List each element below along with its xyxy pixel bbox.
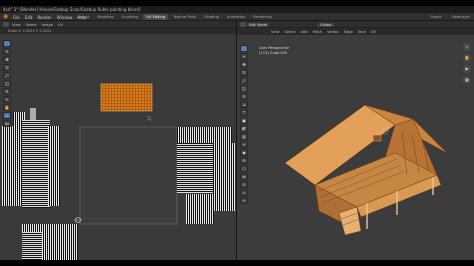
measure-icon[interactable]: ⊿ <box>240 101 248 108</box>
uv-editor: View Select Image UV Scale X: 0.5221 Y: … <box>0 21 236 260</box>
tab-sculpting[interactable]: Sculpting <box>119 14 142 20</box>
zoom-icon[interactable]: ⌕ <box>463 43 471 51</box>
camera-icon[interactable]: ▶ <box>463 65 471 73</box>
tab-layout[interactable]: Layout <box>74 14 92 20</box>
shear-icon[interactable]: ▱ <box>240 189 248 196</box>
vp-menu-select[interactable]: Select <box>285 30 296 34</box>
uv-menu-select[interactable]: Select <box>26 23 37 27</box>
poly-build-icon[interactable]: ◆ <box>240 149 248 156</box>
workspace-tabs: Layout Modeling Sculpting UV Editing Tex… <box>74 14 275 20</box>
scale-icon[interactable]: ⤢ <box>240 77 248 84</box>
move-icon[interactable]: ✥ <box>240 61 248 68</box>
uv-scale-readout: Scale X: 0.5221 Y: 0.5221 <box>8 29 52 33</box>
rotate-icon[interactable]: ↻ <box>3 64 11 71</box>
smooth-icon[interactable]: ○ <box>240 165 248 172</box>
window-title: 4x4° 3° [Blender] House/Gazbup Scan/Gazb… <box>3 7 141 12</box>
tab-modeling[interactable]: Modeling <box>94 14 116 20</box>
vp-menu-mesh[interactable]: Mesh <box>313 30 322 34</box>
rip-icon[interactable]: ✂ <box>240 197 248 204</box>
orientation-selector[interactable]: Global <box>317 22 335 27</box>
knife-icon[interactable]: ⌿ <box>240 141 248 148</box>
annotate-icon[interactable]: ✎ <box>3 88 11 95</box>
extrude-icon[interactable]: ⇡ <box>240 109 248 116</box>
move-icon[interactable]: ✥ <box>3 56 11 63</box>
uv-islands-bottom <box>22 224 78 260</box>
uv-selected-island[interactable] <box>100 83 153 112</box>
bevel-icon[interactable]: ◩ <box>240 125 248 132</box>
vp-menu-uv[interactable]: UV <box>371 30 376 34</box>
vp-menu-view[interactable]: View <box>271 30 280 34</box>
menu-window[interactable]: Window <box>57 15 73 20</box>
vp-menu-face[interactable]: Face <box>358 30 366 34</box>
relax-icon[interactable]: ≈ <box>3 112 11 119</box>
select-box-icon[interactable]: ▢ <box>240 45 248 52</box>
viewport-info: User Perspective (113) Cube.005 <box>259 46 289 56</box>
vp-menu-edge[interactable]: Edge <box>344 30 353 34</box>
menu-file[interactable]: File <box>13 15 20 20</box>
top-menu-bar: ◉ File Edit Render Window Help Layout Mo… <box>0 13 474 21</box>
menu-render[interactable]: Render <box>37 15 51 20</box>
transform-icon[interactable]: ◫ <box>3 80 11 87</box>
edge-slide-icon[interactable]: ⇆ <box>240 173 248 180</box>
scene-selector[interactable]: Scene <box>430 15 441 19</box>
loop-cut-icon[interactable]: ▥ <box>240 133 248 140</box>
tab-rendering[interactable]: Rendering <box>250 14 274 20</box>
3d-viewport: Edit Mode Global View Select Add Mesh Ve… <box>237 21 474 260</box>
active-object-label: (113) Cube.005 <box>259 51 288 55</box>
inset-icon[interactable]: ▣ <box>240 117 248 124</box>
tab-texture-paint[interactable]: Texture Paint <box>170 14 199 20</box>
shrink-icon[interactable]: ⊙ <box>240 181 248 188</box>
blender-logo-icon[interactable]: ◉ <box>3 14 9 20</box>
grab-icon[interactable]: ✋ <box>3 104 11 111</box>
uv-menu-image[interactable]: Image <box>42 23 53 27</box>
uv-menu-uv[interactable]: UV <box>58 23 63 27</box>
scale-icon[interactable]: ⤢ <box>3 72 11 79</box>
cursor-icon[interactable]: + <box>240 53 248 60</box>
pinch-icon[interactable]: ⋈ <box>3 120 11 127</box>
tab-uv-editing[interactable]: UV Editing <box>143 14 169 20</box>
rip-icon[interactable]: ✂ <box>3 96 11 103</box>
menu-edit[interactable]: Edit <box>25 15 33 20</box>
grid-icon[interactable]: ▦ <box>463 76 471 84</box>
viewport-canvas[interactable] <box>237 35 474 260</box>
rotate-icon[interactable]: ↻ <box>240 69 248 76</box>
uv-canvas[interactable] <box>0 34 236 260</box>
editor-type-icon[interactable] <box>3 22 9 27</box>
select-box-icon[interactable]: ▢ <box>3 40 11 47</box>
vp-menu-vertex[interactable]: Vertex <box>327 30 339 34</box>
editor-type-icon[interactable] <box>240 22 246 27</box>
uv-toolbar: ▢ + ✥ ↻ ⤢ ◫ ✎ ✂ ✋ ≈ ⋈ <box>3 40 11 128</box>
tab-shading[interactable]: Shading <box>201 14 222 20</box>
mode-selector[interactable]: Edit Mode <box>247 22 269 27</box>
viewport-toolbar: ▢ + ✥ ↻ ⤢ ◫ ✎ ⊿ ⇡ ▣ ◩ ▥ ⌿ ◆ ⟳ ○ ⇆ ⊙ ▱ ✂ <box>240 45 248 205</box>
blender-window: 4x4° 3° [Blender] House/Gazbup Scan/Gazb… <box>0 6 474 260</box>
uv-image-tile <box>79 126 178 225</box>
transform-icon[interactable]: ◫ <box>240 85 248 92</box>
vp-menu-add[interactable]: Add <box>301 30 308 34</box>
cursor-icon[interactable]: + <box>3 48 11 55</box>
viewport-menu-row: View Select Add Mesh Vertex Edge Face UV <box>237 28 474 35</box>
uv-editor-header: View Select Image UV <box>0 21 236 28</box>
view-layer-selector[interactable]: ViewLayer <box>451 15 470 19</box>
viewport-navigation: ⌕ ✋ ▶ ▦ <box>463 43 471 87</box>
scene-selectors: Scene ViewLayer <box>430 15 470 19</box>
title-bar: 4x4° 3° [Blender] House/Gazbup Scan/Gazb… <box>0 6 474 13</box>
video-frame: 4x4° 3° [Blender] House/Gazbup Scan/Gazb… <box>0 0 474 266</box>
uv-menu-view[interactable]: View <box>12 23 21 27</box>
annotate-icon[interactable]: ✎ <box>240 93 248 100</box>
viewport-header: Edit Mode Global <box>237 21 474 28</box>
spin-icon[interactable]: ⟳ <box>240 157 248 164</box>
tab-animation[interactable]: Animation <box>224 14 248 20</box>
hand-icon[interactable]: ✋ <box>463 54 471 62</box>
